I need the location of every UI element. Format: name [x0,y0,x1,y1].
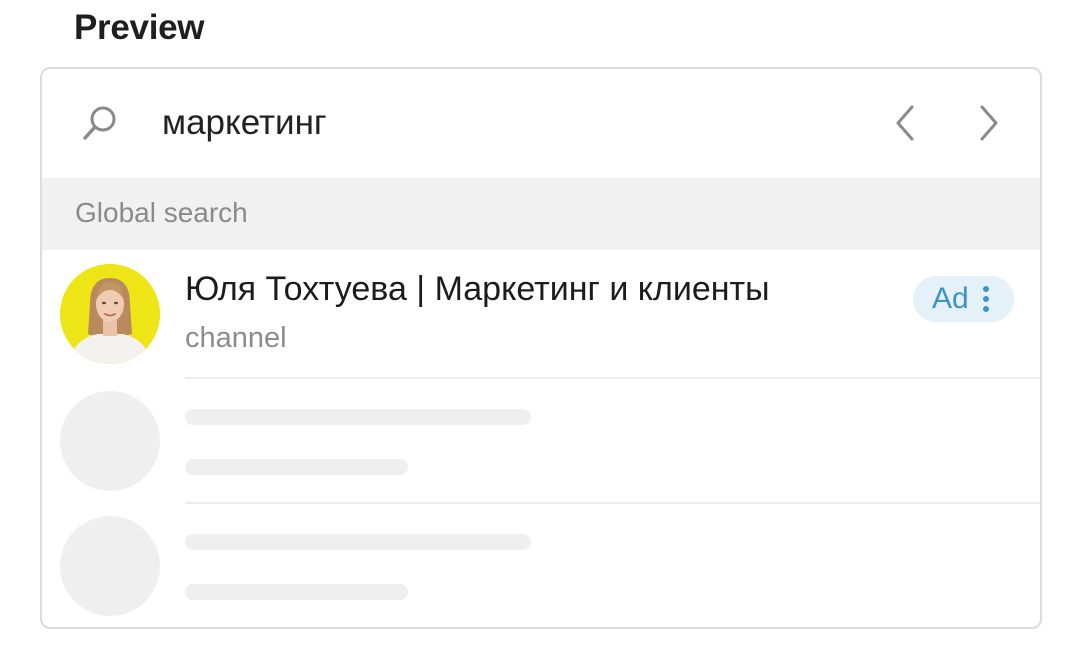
search-icon[interactable] [80,103,120,143]
channel-avatar [60,264,160,364]
skeleton-avatar [60,391,160,491]
ad-label: Ad [932,282,969,315]
search-input[interactable] [162,99,842,147]
skeleton-row [42,379,1040,504]
result-subtitle: channel [185,322,287,354]
preview-card: Global search Юля Тох [40,67,1042,629]
skeleton-row [42,504,1040,627]
skeleton-line [185,584,408,600]
more-vertical-icon[interactable] [979,285,993,313]
chevron-right-icon[interactable] [966,101,1010,145]
page-title: Preview [74,8,205,47]
result-title: Юля Тохтуева | Маркетинг и клиенты [185,270,770,308]
skeleton-line [185,534,531,550]
search-result-item[interactable]: Юля Тохтуева | Маркетинг и клиенты chann… [42,250,1040,377]
skeleton-line [185,409,531,425]
search-bar [42,69,1040,178]
chevron-left-icon[interactable] [884,101,928,145]
global-search-header: Global search [42,178,1040,250]
section-label: Global search [75,197,248,228]
ad-badge[interactable]: Ad [913,276,1014,322]
skeleton-line [185,459,408,475]
skeleton-avatar [60,516,160,616]
